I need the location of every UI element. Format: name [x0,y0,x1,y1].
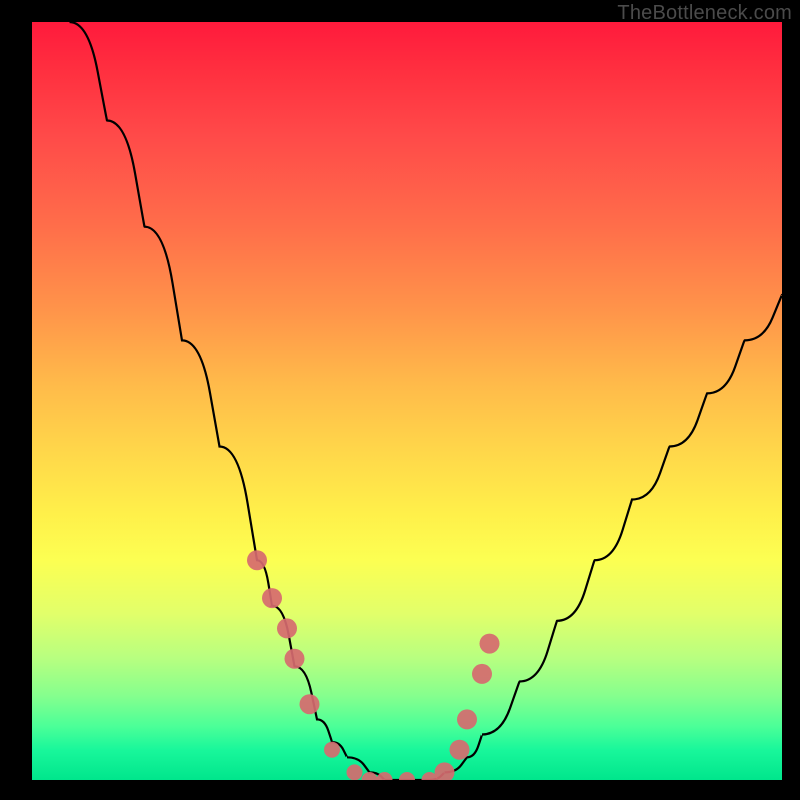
highlight-dot [347,764,363,780]
highlight-dot [300,694,320,714]
highlight-dot [285,649,305,669]
chart-stage: TheBottleneck.com [0,0,800,800]
highlight-dot [262,588,282,608]
bottleneck-curve [70,22,783,780]
highlight-dot [480,634,500,654]
highlight-dot [472,664,492,684]
highlight-dot [377,772,393,780]
highlight-dot [450,740,470,760]
highlight-dot [399,772,415,780]
highlight-dot [277,618,297,638]
highlight-dot [324,742,340,758]
plot-area [32,22,782,780]
watermark-label: TheBottleneck.com [617,2,792,25]
curve-layer [32,22,782,780]
highlight-dot [435,762,455,780]
highlight-dot [247,550,267,570]
highlight-dot [457,709,477,729]
